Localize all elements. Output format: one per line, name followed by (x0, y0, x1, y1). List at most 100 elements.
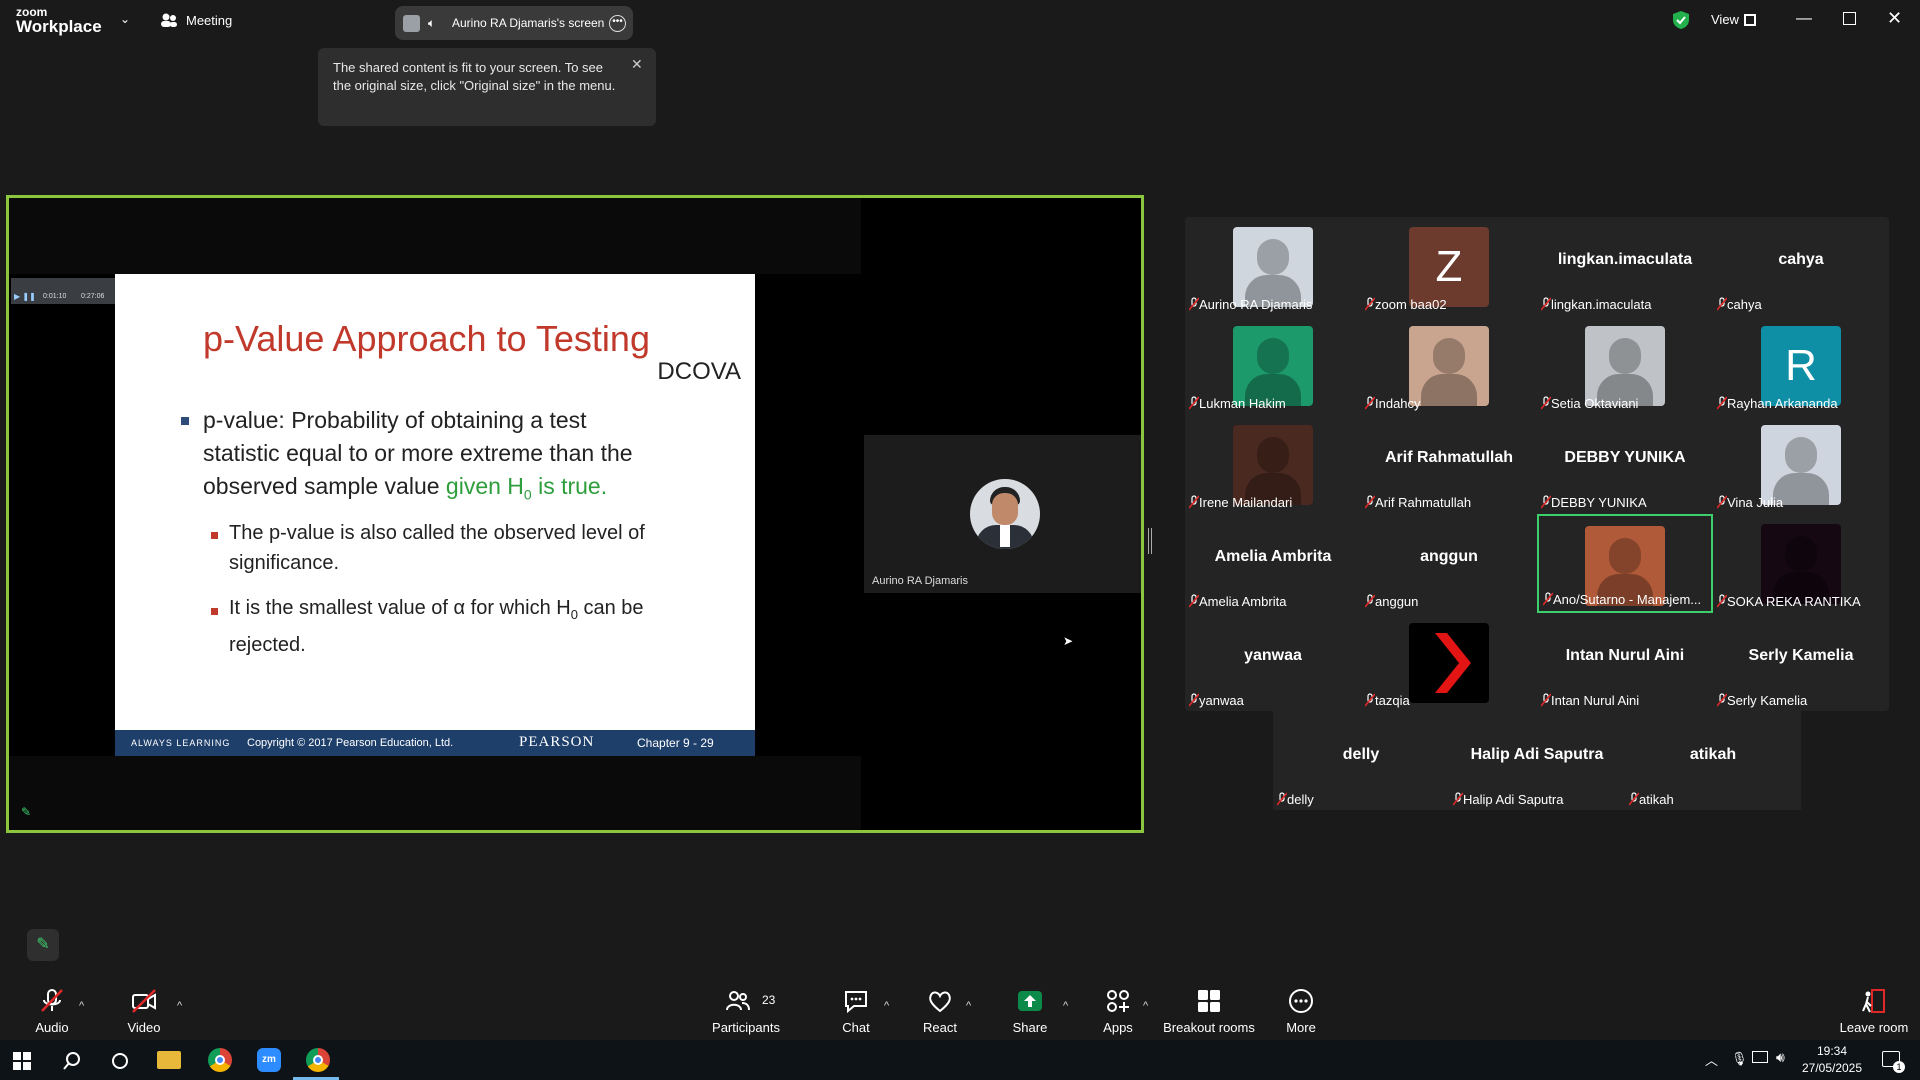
chrome-active-icon[interactable] (306, 1048, 330, 1072)
recorder-controls-icon[interactable]: ▶ ❚❚ (14, 292, 36, 301)
network-icon[interactable] (1752, 1051, 1768, 1063)
mic-muted-icon (1716, 495, 1728, 509)
participant-tile[interactable]: anggun anggun (1361, 514, 1537, 613)
windows-taskbar: zm ︿ 🎙︎ 🔊︎ 19:34 27/05/2025 1 (0, 1040, 1920, 1080)
participant-tile[interactable]: R Rayhan Arkananda (1713, 316, 1889, 415)
split-resize-handle[interactable] (1148, 528, 1152, 554)
annotate-pencil-icon[interactable]: ✎ (27, 929, 59, 961)
more-icon (1289, 989, 1313, 1013)
chat-button[interactable]: Chat (826, 985, 886, 1035)
chevron-down-icon[interactable]: ⌄ (120, 12, 130, 26)
tile-name-label: Aurino RA Djamaris (1199, 297, 1313, 312)
participant-tile[interactable]: atikah atikah (1625, 712, 1801, 811)
participant-tile[interactable]: Arif Rahmatullah Arif Rahmatullah (1361, 415, 1537, 514)
apps-button[interactable]: Apps (1088, 985, 1148, 1035)
mic-muted-icon (1542, 592, 1554, 606)
tile-display-name: Serly Kamelia (1748, 647, 1854, 664)
mic-muted-icon (1364, 297, 1376, 311)
breakout-rooms-icon (1198, 990, 1220, 1012)
tile-name-label: Setia Oktaviani (1551, 396, 1639, 411)
audio-button[interactable]: Audio (22, 985, 82, 1035)
file-explorer-icon[interactable] (157, 1051, 181, 1069)
slide-footer: ALWAYS LEARNING Copyright © 2017 Pearson… (115, 730, 755, 756)
clock-date[interactable]: 27/05/2025 (1800, 1061, 1864, 1075)
apps-label: Apps (1103, 1020, 1133, 1035)
share-indicator[interactable]: 🔈︎ Aurino RA Djamaris's screen ••• (395, 6, 633, 40)
tile-display-name: Arif Rahmatullah (1384, 449, 1513, 466)
participant-tile[interactable]: Ano/Sutarno - Manajem... (1537, 514, 1713, 613)
participant-tile[interactable]: Indahcy (1361, 316, 1537, 415)
restore-icon[interactable] (1843, 12, 1856, 25)
search-icon[interactable] (62, 1051, 82, 1071)
volume-icon[interactable]: 🔊︎ (1776, 1049, 1785, 1066)
tile-name-label: Amelia Ambrita (1199, 594, 1287, 609)
mouse-cursor-icon: ➤ (1063, 634, 1074, 648)
slide-sub2-line1-a: It is the smallest value of α for which … (229, 597, 571, 619)
notification-count: 1 (1893, 1061, 1905, 1073)
participant-tile[interactable]: Lukman Hakim (1185, 316, 1361, 415)
apps-icon (1107, 990, 1129, 1012)
tray-chevron-icon[interactable]: ︿ (1705, 1050, 1718, 1069)
audio-options-caret[interactable]: ^ (79, 1000, 84, 1012)
tile-display-name: anggun (1420, 548, 1478, 565)
participant-tile[interactable]: DEBBY YUNIKA DEBBY YUNIKA (1537, 415, 1713, 514)
leave-room-label: Leave room (1839, 1020, 1909, 1035)
video-button[interactable]: Video (114, 985, 174, 1035)
windows-start-icon[interactable] (13, 1052, 31, 1070)
view-label[interactable]: View (1711, 12, 1739, 27)
participant-tile[interactable]: Amelia Ambrita Amelia Ambrita (1185, 514, 1361, 613)
zoom-app-icon[interactable]: zm (257, 1048, 281, 1072)
leave-room-button[interactable]: Leave room (1836, 985, 1912, 1035)
clock-time[interactable]: 19:34 (1800, 1044, 1864, 1058)
close-icon[interactable]: ✕ (1887, 8, 1902, 29)
slide-main-point: p-value: Probability of obtaining a test… (203, 404, 723, 512)
task-view-icon[interactable] (110, 1051, 130, 1071)
meeting-menu[interactable]: Meeting (160, 12, 232, 28)
participant-tile[interactable]: SOKA REKA RANTIKA (1713, 514, 1889, 613)
participant-tile[interactable]: Setia Oktaviani (1537, 316, 1713, 415)
participant-avatar (1585, 326, 1665, 406)
participant-tile[interactable]: Intan Nurul Aini Intan Nurul Aini (1537, 613, 1713, 712)
chat-options-caret[interactable]: ^ (884, 1000, 889, 1012)
breakout-rooms-label: Breakout rooms (1163, 1020, 1255, 1035)
participant-tile[interactable]: Serly Kamelia Serly Kamelia (1713, 613, 1889, 712)
breakout-rooms-button[interactable]: Breakout rooms (1163, 985, 1255, 1035)
participant-tile[interactable]: Vina Julia (1713, 415, 1889, 514)
tile-display-name: Halip Adi Saputra (1470, 746, 1604, 763)
presenter-video[interactable]: Aurino RA Djamaris (864, 435, 1141, 593)
participant-tile[interactable]: yanwaa yanwaa (1185, 613, 1361, 712)
participant-tile[interactable]: Halip Adi Saputra Halip Adi Saputra (1449, 712, 1625, 811)
share-button[interactable]: Share (1000, 985, 1060, 1035)
tray-mic-icon[interactable]: 🎙︎ (1731, 1051, 1748, 1067)
minimize-icon[interactable]: — (1796, 10, 1812, 28)
participant-tile[interactable]: cahya cahya (1713, 217, 1889, 316)
security-shield-icon[interactable] (1672, 10, 1690, 35)
share-pencil-icon[interactable]: ✎ (21, 805, 31, 819)
tile-display-name: cahya (1778, 251, 1824, 268)
view-grid-icon[interactable] (1744, 14, 1756, 26)
fit-screen-notice: The shared content is fit to your screen… (318, 48, 656, 126)
apps-options-caret[interactable]: ^ (1143, 1000, 1148, 1012)
video-options-caret[interactable]: ^ (177, 1000, 182, 1012)
react-button[interactable]: React (910, 985, 970, 1035)
participant-tile[interactable]: delly delly (1273, 712, 1449, 811)
participant-tile[interactable]: Zzoom baa02 (1361, 217, 1537, 316)
share-options-caret[interactable]: ^ (1063, 1000, 1068, 1012)
participants-button[interactable]: 23 Participants (708, 985, 784, 1035)
notice-close-icon[interactable]: ✕ (631, 56, 643, 73)
participants-count: 23 (762, 993, 776, 1007)
participant-tile[interactable]: Irene Mailandari (1185, 415, 1361, 514)
tile-display-name: Amelia Ambrita (1214, 548, 1332, 565)
chrome-icon[interactable] (208, 1048, 232, 1072)
recorder-widget[interactable]: ▶ ❚❚ 0:01:10 0:27:06 (11, 278, 115, 304)
slide-sub-point-1: The p-value is also called the observed … (229, 518, 709, 578)
tile-display-name: yanwaa (1244, 647, 1302, 664)
participant-tile[interactable]: Aurino RA Djamaris (1185, 217, 1361, 316)
more-button[interactable]: More (1271, 985, 1331, 1035)
participant-tile[interactable]: lingkan.imaculata lingkan.imaculata (1537, 217, 1713, 316)
more-options-icon[interactable]: ••• (609, 15, 626, 32)
slide-main-line3-a: observed sample value (203, 473, 446, 499)
mic-muted-icon (1628, 792, 1640, 806)
participant-tile[interactable]: tazqia (1361, 613, 1537, 712)
react-options-caret[interactable]: ^ (966, 1000, 971, 1012)
